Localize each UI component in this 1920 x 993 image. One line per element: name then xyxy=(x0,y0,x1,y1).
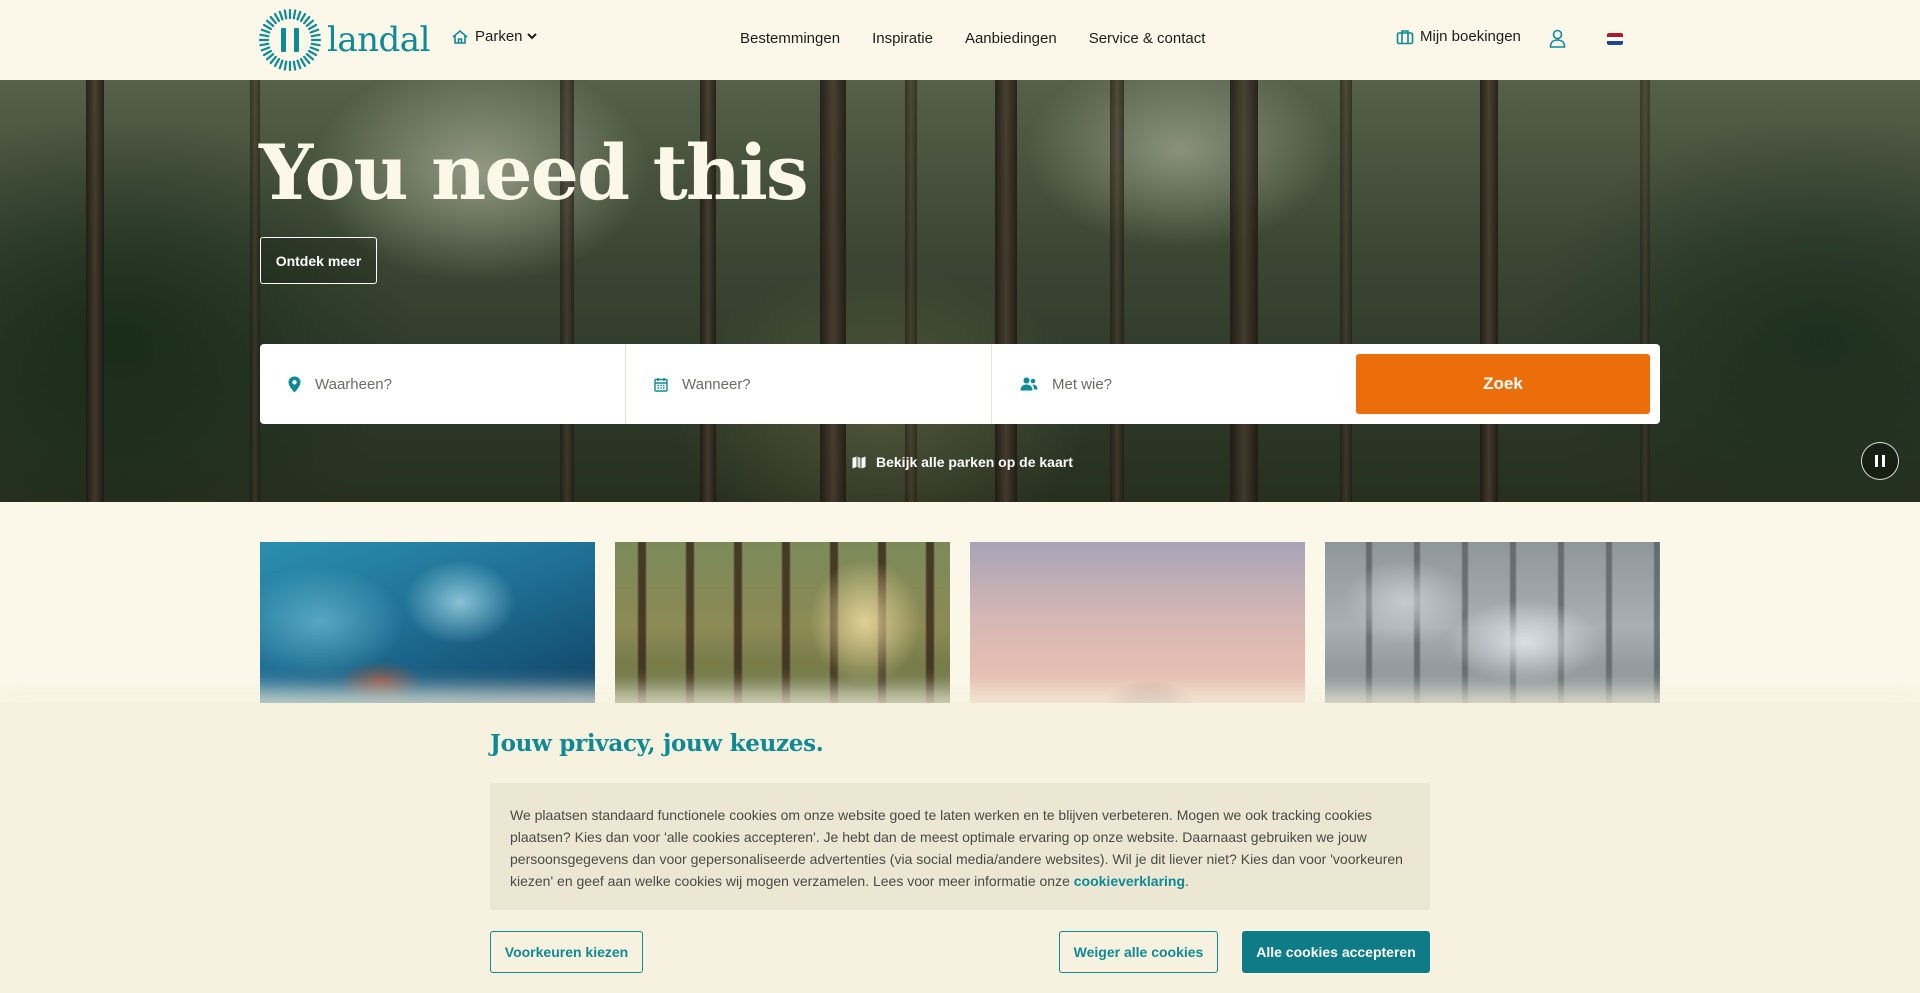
logo-ray xyxy=(305,19,315,27)
cookie-banner-title: Jouw privacy, jouw keuzes. xyxy=(490,730,824,757)
logo-ray xyxy=(278,10,284,21)
guests-field[interactable] xyxy=(992,344,1358,424)
logo-ray xyxy=(299,12,307,23)
logo-ray xyxy=(310,33,321,38)
chevron-down-icon xyxy=(526,33,537,40)
search-button[interactable]: Zoek xyxy=(1356,354,1650,414)
accept-all-cookies-button[interactable]: Alle cookies accepteren xyxy=(1242,931,1430,973)
forest-trunk xyxy=(1230,80,1258,502)
calendar-icon xyxy=(654,377,668,392)
logo-ray xyxy=(307,49,318,57)
forest-trunk xyxy=(1480,80,1498,502)
user-icon xyxy=(1549,29,1566,48)
main-navigation: Bestemmingen Inspiratie Aanbiedingen Ser… xyxy=(740,30,1237,47)
destination-field[interactable] xyxy=(260,344,626,424)
parks-menu-label: Parken xyxy=(475,28,523,45)
landal-sun-logo-icon xyxy=(259,9,321,71)
sunlit-forest-photo-card[interactable] xyxy=(615,542,950,712)
my-bookings-link[interactable]: Mijn boekingen xyxy=(1396,28,1521,45)
sunset-couple-photo-card[interactable] xyxy=(970,542,1305,712)
logo-ray xyxy=(269,55,277,65)
logo-ray xyxy=(262,23,273,31)
logo-ray xyxy=(262,49,273,57)
logo-ray xyxy=(273,57,281,68)
reject-all-cookies-button[interactable]: Weiger alle cookies xyxy=(1059,931,1218,973)
logo-ray xyxy=(296,10,302,21)
logo-ray xyxy=(292,9,297,20)
nav-inspiration[interactable]: Inspiratie xyxy=(872,30,933,47)
parks-menu-button[interactable]: Parken xyxy=(451,28,543,45)
logo-ray xyxy=(259,42,270,47)
snowy-tree-photo-card[interactable] xyxy=(1325,542,1660,712)
forest-trunk xyxy=(820,80,846,502)
cookie-consent-banner: Jouw privacy, jouw keuzes. We plaatsen s… xyxy=(0,703,1920,993)
suitcase-icon xyxy=(1396,29,1414,44)
forest-trunk xyxy=(1640,80,1650,502)
logo-ray xyxy=(283,9,288,20)
logo-wordmark: landal xyxy=(327,20,430,60)
logo-ray xyxy=(303,15,311,25)
logo-ray xyxy=(309,46,320,52)
pause-video-button[interactable] xyxy=(1861,442,1899,480)
hero-title: You need this xyxy=(259,128,809,217)
logo-ray xyxy=(259,33,270,38)
cookie-body-end: . xyxy=(1185,873,1189,889)
search-bar: Zoek xyxy=(260,344,1660,424)
my-bookings-label: Mijn boekingen xyxy=(1420,28,1521,45)
cookie-body-text: We plaatsen standaard functionele cookie… xyxy=(510,807,1403,889)
map-link-label: Bekijk alle parken op de kaart xyxy=(876,454,1073,470)
logo-ray xyxy=(303,55,311,65)
people-icon xyxy=(1020,377,1038,391)
forest-trunk xyxy=(1110,80,1124,502)
logo-ray xyxy=(265,53,275,61)
cookie-banner-text: We plaatsen standaard functionele cookie… xyxy=(490,783,1430,910)
underwater-swimmer-photo-card[interactable] xyxy=(260,542,595,712)
forest-trunk xyxy=(905,80,917,502)
map-icon xyxy=(852,456,866,468)
logo-ray xyxy=(269,15,277,25)
pause-icon xyxy=(1875,455,1885,467)
view-all-parks-map-link[interactable]: Bekijk alle parken op de kaart xyxy=(852,454,1073,470)
date-input[interactable] xyxy=(682,375,942,393)
logo-ray xyxy=(299,57,307,68)
forest-trunk xyxy=(86,80,104,502)
logo-ray xyxy=(260,46,271,52)
site-header: landal Parken Bestemmingen Inspiratie Aa… xyxy=(0,0,1920,80)
logo-ray xyxy=(305,53,315,61)
logo-ray xyxy=(296,59,302,70)
nav-destinations[interactable]: Bestemmingen xyxy=(740,30,840,47)
guests-input[interactable] xyxy=(1052,375,1312,393)
hero-forest-photo: You need this Ontdek meer Waarheen? Wann… xyxy=(0,80,1920,502)
discover-more-button[interactable]: Ontdek meer xyxy=(260,237,377,284)
cookie-statement-link[interactable]: cookieverklaring xyxy=(1074,873,1185,889)
logo-ray xyxy=(292,60,297,71)
logo-ray xyxy=(310,42,321,47)
logo-ray xyxy=(278,59,284,70)
logo-ray xyxy=(265,19,275,27)
date-field[interactable] xyxy=(626,344,992,424)
choose-preferences-button[interactable]: Voorkeuren kiezen xyxy=(490,931,643,973)
logo-ray xyxy=(273,12,281,23)
nav-service-contact[interactable]: Service & contact xyxy=(1089,30,1206,47)
house-icon xyxy=(452,29,468,44)
logo-ray xyxy=(309,28,320,34)
logo-ray xyxy=(260,28,271,34)
forest-trunk xyxy=(995,80,1017,502)
destination-input[interactable] xyxy=(315,375,575,393)
landal-logo[interactable]: landal xyxy=(259,9,430,71)
account-button[interactable] xyxy=(1549,29,1566,53)
language-selector-nl-flag-icon[interactable] xyxy=(1607,33,1623,45)
map-pin-icon xyxy=(288,376,301,392)
forest-trunk xyxy=(1340,80,1352,502)
logo-ray xyxy=(283,60,288,71)
logo-ray xyxy=(307,23,318,31)
nav-offers[interactable]: Aanbiedingen xyxy=(965,30,1057,47)
